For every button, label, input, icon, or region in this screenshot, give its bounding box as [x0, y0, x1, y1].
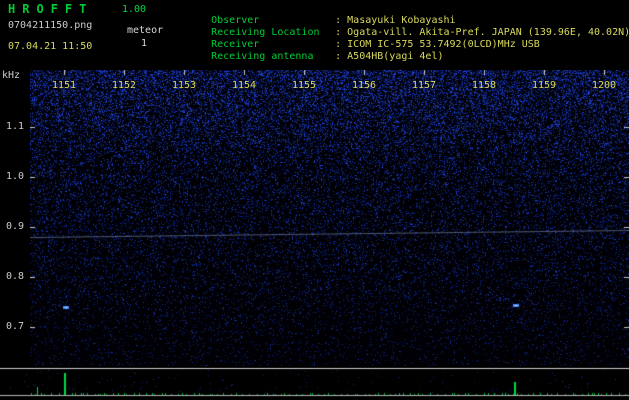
info-value: : Masayuki Kobayashi: [335, 15, 455, 26]
info-value: : ICOM IC-575 53.7492(0LCD)MHz USB: [335, 39, 540, 50]
time-tick-label: 1155: [292, 81, 316, 91]
freq-tick-label: 1.0: [6, 172, 24, 182]
app-title: HROFFT: [8, 3, 93, 15]
time-tick-label: 1154: [232, 81, 256, 91]
freq-tick-label: 0.7: [6, 322, 24, 332]
app-version: 1.00: [122, 5, 146, 15]
time-tick-label: 1200: [592, 81, 616, 91]
info-label: Receiver: [211, 39, 335, 51]
info-label: Observer: [211, 15, 335, 27]
meteor-count: 1: [141, 39, 147, 49]
info-value: : Ogata-vill. Akita-Pref. JAPAN (139.96E…: [335, 27, 629, 38]
info-label: Receiving antenna: [211, 51, 335, 63]
freq-axis-unit: kHz: [2, 71, 20, 81]
signal-level-strip-canvas: [0, 366, 629, 400]
time-tick-label: 1153: [172, 81, 196, 91]
mode-label: meteor: [127, 26, 163, 36]
info-label: Receiving Location: [211, 27, 335, 39]
info-row-observer: Observer: Masayuki Kobayashi: [175, 3, 629, 15]
time-tick-label: 1152: [112, 81, 136, 91]
time-tick-label: 1157: [412, 81, 436, 91]
freq-tick-label: 0.8: [6, 272, 24, 282]
time-tick-label: 1156: [352, 81, 376, 91]
station-info-panel: Observer: Masayuki Kobayashi Receiving L…: [175, 3, 629, 51]
time-tick-label: 1151: [52, 81, 76, 91]
output-filename: 0704211150.png: [8, 21, 92, 31]
spectrogram-canvas: [30, 70, 629, 366]
hrofft-output-window: HROFFT 1.00 0704211150.png meteor 1 07.0…: [0, 0, 629, 400]
time-tick-label: 1159: [532, 81, 556, 91]
info-value: : A504HB(yagi 4el): [335, 51, 443, 62]
time-tick-label: 1158: [472, 81, 496, 91]
freq-tick-label: 0.9: [6, 222, 24, 232]
freq-tick-label: 1.1: [6, 122, 24, 132]
datetime-label: 07.04.21 11:50: [8, 42, 92, 52]
